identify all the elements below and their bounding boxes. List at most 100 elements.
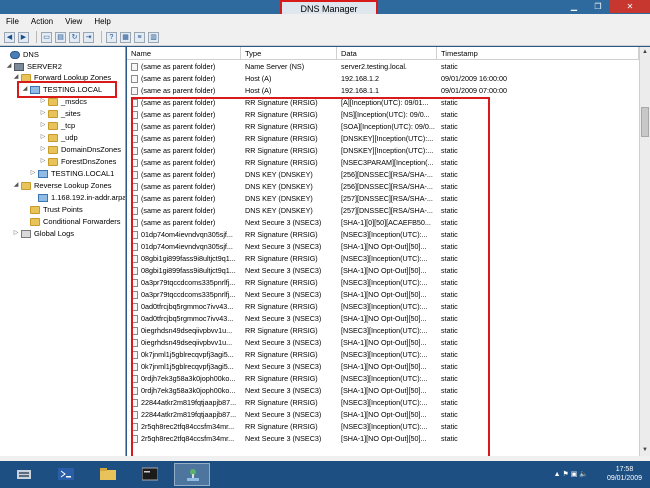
taskbar-powershell[interactable] xyxy=(48,463,84,486)
tree-label: DomainDnsZones xyxy=(61,145,122,154)
column-header-timestamp[interactable]: Timestamp xyxy=(437,47,639,60)
cell-timestamp: 09/01/2009 16:00:00 xyxy=(441,74,507,83)
tree-label: Conditional Forwarders xyxy=(43,217,121,226)
tree-label: _udp xyxy=(61,133,78,142)
refresh-icon[interactable]: ↻ xyxy=(69,31,80,43)
menu-view[interactable]: View xyxy=(65,17,82,26)
folder-icon[interactable]: ▭ xyxy=(41,31,52,43)
dns-manager-icon xyxy=(187,469,199,481)
tree-label: 1.168.192.in-addr.arpa xyxy=(51,193,126,202)
taskbar-cmd[interactable] xyxy=(132,463,168,486)
table-row[interactable]: (same as parent folder) Name Server (NS) s… xyxy=(127,61,639,73)
tree-node-server[interactable]: ◢ SERVER2 xyxy=(6,61,62,72)
tree-node-tcp[interactable]: ▷ _tcp xyxy=(40,120,76,131)
expand-arrow-icon[interactable]: ▷ xyxy=(13,228,19,239)
tree-node-domaindnszones[interactable]: ▷ DomainDnsZones xyxy=(40,144,121,155)
menu-help[interactable]: Help xyxy=(94,17,110,26)
back-icon[interactable]: ◀ xyxy=(4,31,15,43)
tree-node-testing-local1[interactable]: ▷ TESTING.LOCAL1 xyxy=(30,168,115,179)
cell-name: (same as parent folder) xyxy=(141,74,216,83)
tree-label: _tcp xyxy=(61,121,76,130)
expand-arrow-icon[interactable]: ▷ xyxy=(40,108,46,119)
column-header-name[interactable]: Name xyxy=(127,47,241,60)
tree-node-conditional-forwarders[interactable]: Conditional Forwarders xyxy=(22,216,121,227)
cell-type: Name Server (NS) xyxy=(245,62,305,71)
tree-label: _sites xyxy=(61,109,81,118)
cell-timestamp: static xyxy=(441,62,458,71)
tree-node-dns[interactable]: DNS xyxy=(2,49,39,60)
forward-icon[interactable]: ▶ xyxy=(18,31,29,43)
maximize-button[interactable]: ❐ xyxy=(586,0,610,13)
zone-icon xyxy=(38,169,48,178)
tree-node-udp[interactable]: ▷ _udp xyxy=(40,132,78,143)
export-icon[interactable]: ⇥ xyxy=(83,31,94,43)
tree-node-sites[interactable]: ▷ _sites xyxy=(40,108,81,119)
cell-name: (same as parent folder) xyxy=(141,62,216,71)
folder-icon xyxy=(48,157,58,166)
toolbar: ◀ ▶ ▭ ▤ ↻ ⇥ ? ▦ ≡ ▥ xyxy=(0,29,650,46)
dns-icon xyxy=(10,50,20,59)
cell-type: Host (A) xyxy=(245,86,272,95)
tree-node-reverse-zones[interactable]: ◢ Reverse Lookup Zones xyxy=(13,180,112,191)
folder-icon xyxy=(48,97,58,106)
expand-arrow-icon[interactable]: ◢ xyxy=(6,61,12,72)
cell-name: (same as parent folder) xyxy=(141,86,216,95)
scroll-up-icon[interactable]: ▲ xyxy=(640,47,650,58)
selection-highlight-box xyxy=(17,81,117,98)
folder-icon xyxy=(48,133,58,142)
cell-data: server2.testing.local. xyxy=(341,62,407,71)
system-tray-icons[interactable]: ▲ ⚑ ▣ 🔈 xyxy=(554,470,588,478)
cell-data: 192.168.1.1 xyxy=(341,86,379,95)
expand-arrow-icon[interactable]: ▷ xyxy=(40,156,46,167)
tree-node-forestdnszones[interactable]: ▷ ForestDnsZones xyxy=(40,156,117,167)
tree-label: ForestDnsZones xyxy=(61,157,117,166)
records-list[interactable]: Name Type Data Timestamp (same as parent… xyxy=(127,47,639,456)
tree-node-trust-points[interactable]: Trust Points xyxy=(22,204,83,215)
tree-node-reverse-zone[interactable]: 1.168.192.in-addr.arpa xyxy=(30,192,126,203)
minimize-button[interactable]: ▁ xyxy=(562,0,586,13)
clock-time: 17:58 xyxy=(615,466,634,473)
table-row[interactable]: (same as parent folder) Host (A) 192.168.1… xyxy=(127,85,639,97)
menu-action[interactable]: Action xyxy=(31,17,53,26)
scroll-thumb[interactable] xyxy=(641,107,649,137)
help-icon[interactable]: ? xyxy=(106,31,117,43)
tree-label: Trust Points xyxy=(43,205,83,214)
tree-label: Reverse Lookup Zones xyxy=(34,181,112,190)
details-icon[interactable]: ▥ xyxy=(148,31,159,43)
server-icon xyxy=(14,62,24,71)
filter-icon[interactable]: ▦ xyxy=(120,31,131,43)
system-clock[interactable]: 17:58 09/01/2009 xyxy=(607,465,642,483)
console-tree[interactable]: DNS ◢ SERVER2 ◢ Forward Lookup Zones ◢ T… xyxy=(0,47,126,456)
expand-arrow-icon[interactable]: ▷ xyxy=(40,120,46,131)
menu-file[interactable]: File xyxy=(6,17,19,26)
tree-label: SERVER2 xyxy=(27,62,62,71)
table-row[interactable]: (same as parent folder) Host (A) 192.168.1… xyxy=(127,73,639,85)
folder-icon xyxy=(48,145,58,154)
expand-arrow-icon[interactable]: ▷ xyxy=(30,168,36,179)
expand-arrow-icon[interactable]: ▷ xyxy=(40,132,46,143)
expand-arrow-icon[interactable]: ▷ xyxy=(40,144,46,155)
record-icon xyxy=(131,75,138,83)
list-icon[interactable]: ≡ xyxy=(134,31,145,43)
toolbar-separator xyxy=(36,31,37,43)
taskbar-file-explorer[interactable] xyxy=(90,463,126,486)
clock-date: 09/01/2009 xyxy=(606,475,642,482)
toolbar-separator xyxy=(101,31,102,43)
tree-node-global-logs[interactable]: ▷ Global Logs xyxy=(13,228,74,239)
column-header-type[interactable]: Type xyxy=(241,47,337,60)
properties-icon[interactable]: ▤ xyxy=(55,31,66,43)
close-button[interactable]: ✕ xyxy=(610,0,650,13)
zone-icon xyxy=(38,193,48,202)
window-titlebar[interactable]: DNS Manager ▁ ❐ ✕ xyxy=(0,0,650,18)
taskbar-server-manager[interactable] xyxy=(6,463,42,486)
cell-data: 192.168.1.2 xyxy=(341,74,379,83)
server-manager-icon xyxy=(17,470,31,479)
scroll-down-icon[interactable]: ▼ xyxy=(640,445,650,456)
expand-arrow-icon[interactable]: ◢ xyxy=(13,180,19,191)
powershell-icon xyxy=(58,468,74,480)
record-icon xyxy=(131,87,138,95)
vertical-scrollbar[interactable]: ▲ ▼ xyxy=(639,47,650,456)
folder-icon xyxy=(21,181,31,190)
taskbar-dns-manager[interactable] xyxy=(174,463,210,486)
column-header-data[interactable]: Data xyxy=(337,47,437,60)
